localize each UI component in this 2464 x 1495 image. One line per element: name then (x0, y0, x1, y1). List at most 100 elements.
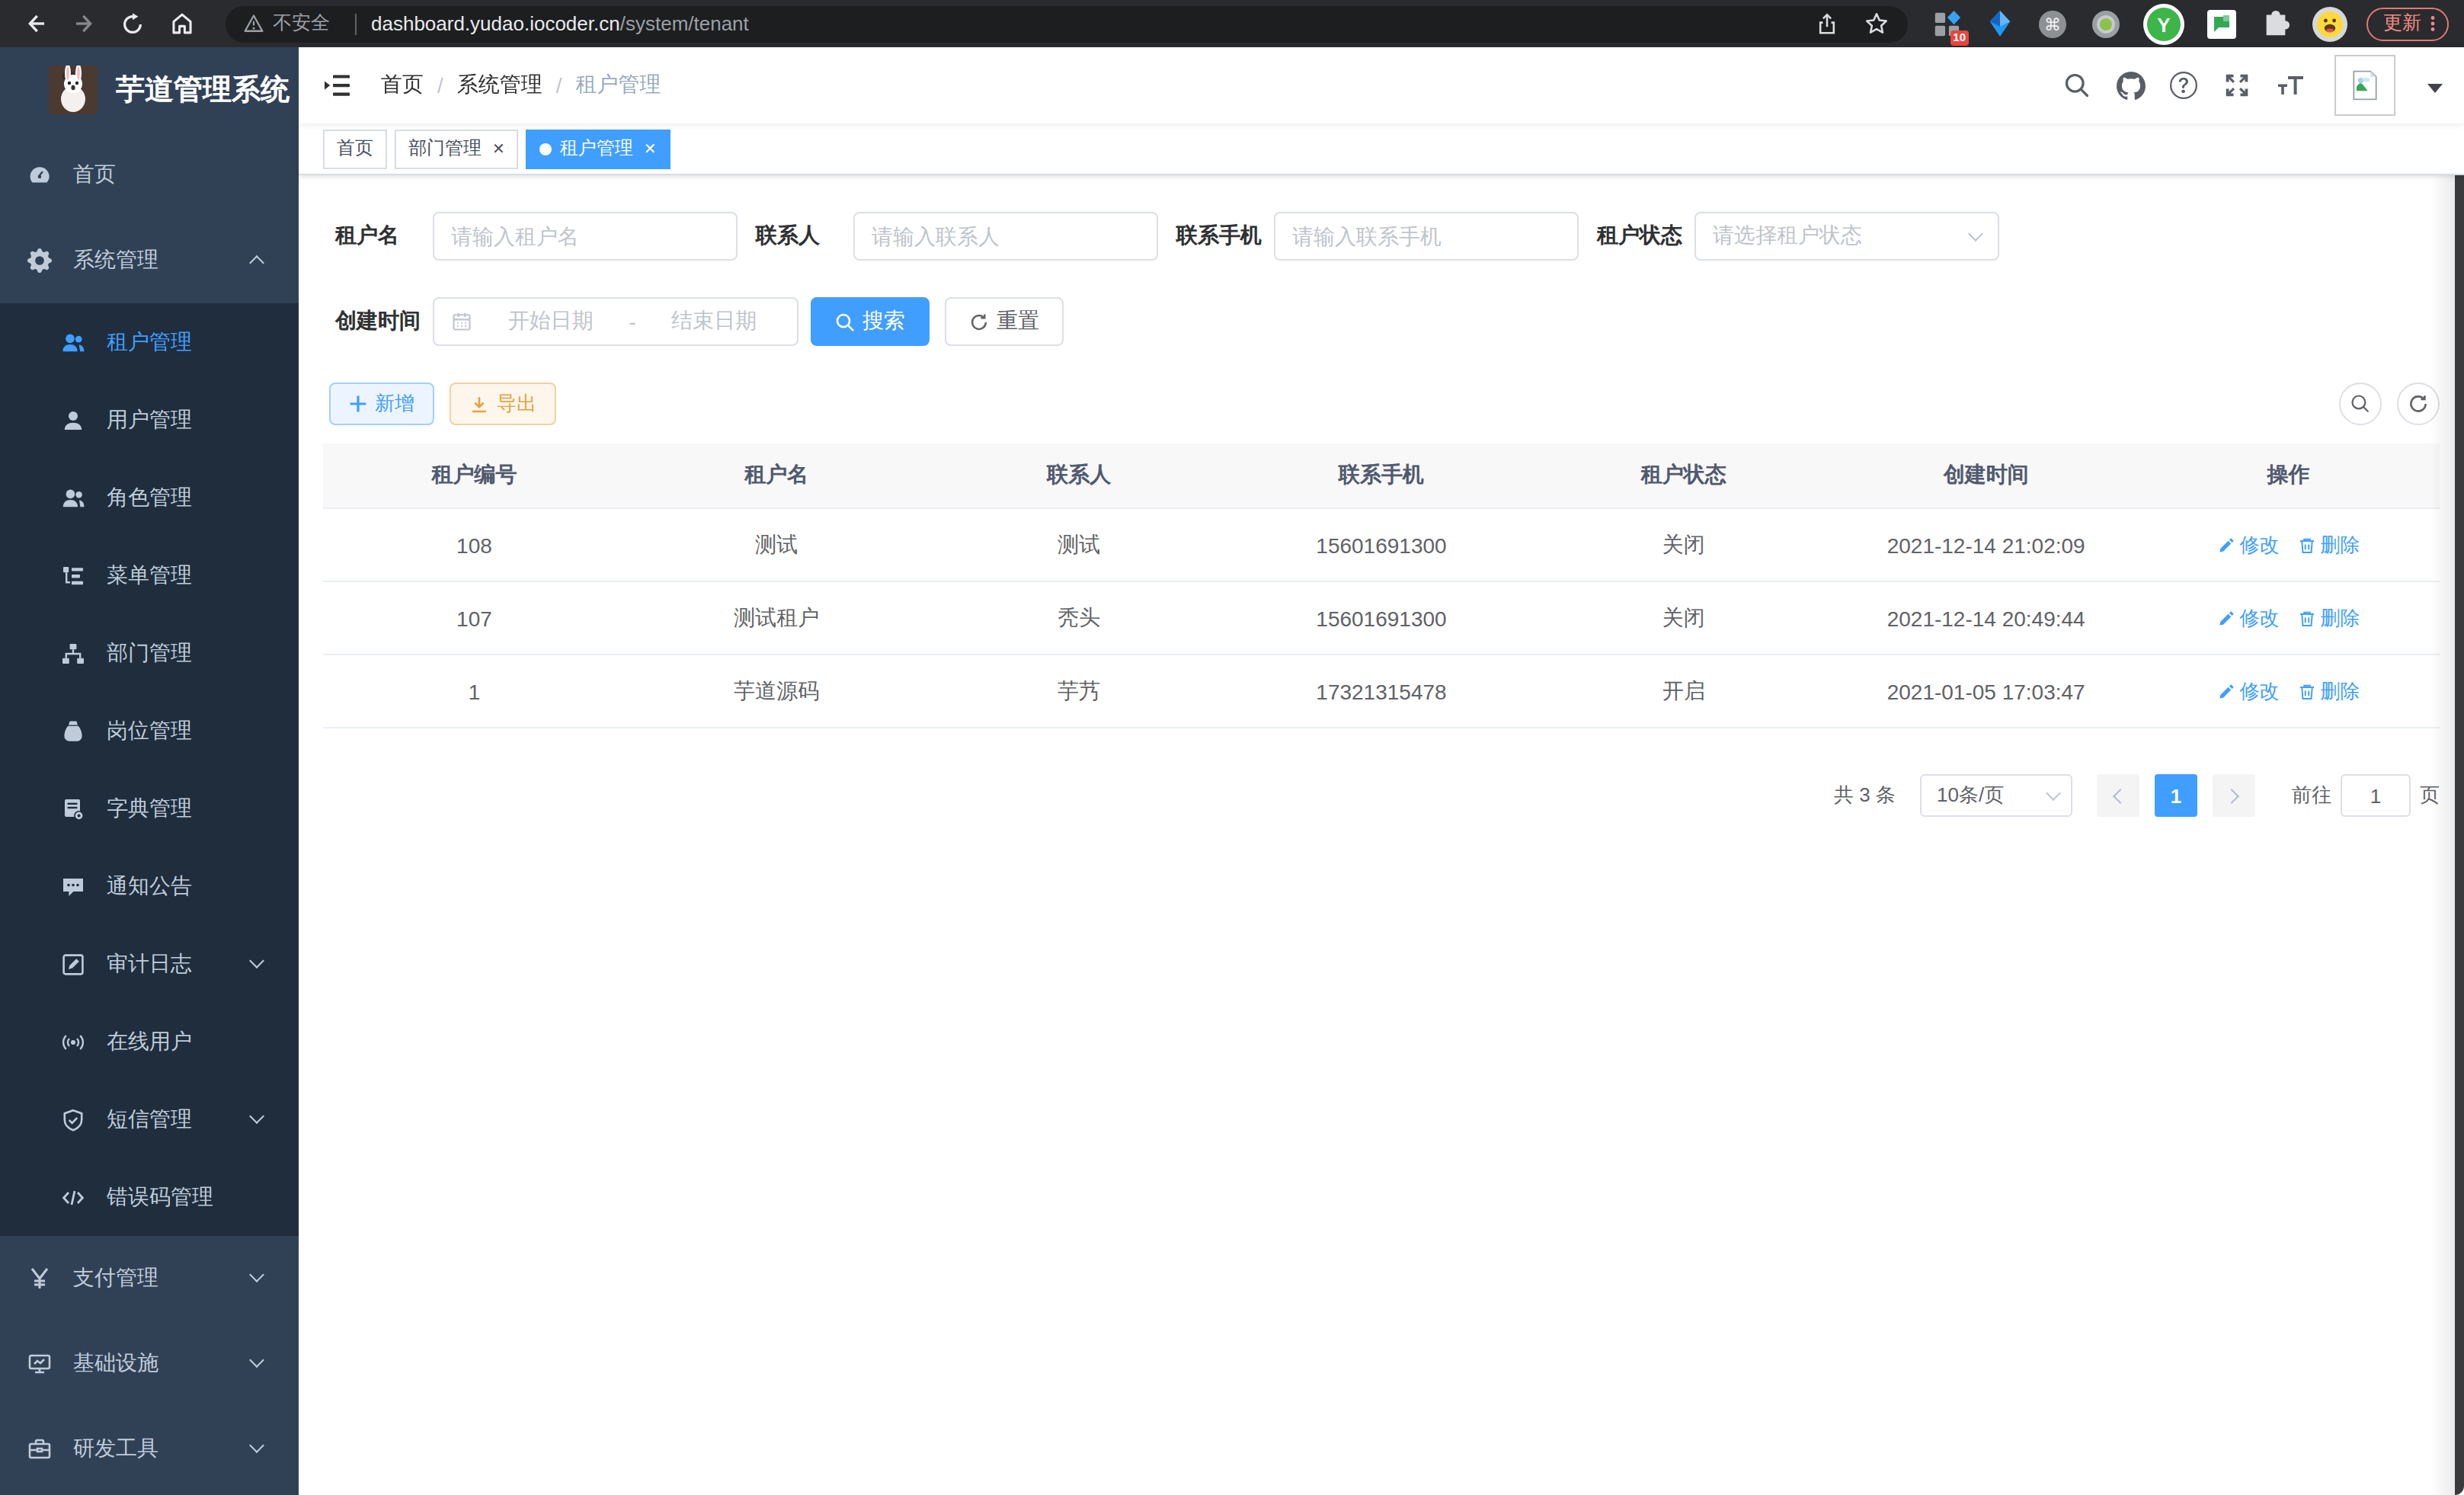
chevron-down-icon (249, 1438, 264, 1453)
sidebar-item-online-users[interactable]: 在线用户 (0, 1003, 299, 1080)
refresh-icon (969, 312, 989, 331)
sidebar-item-sms[interactable]: 短信管理 (0, 1080, 299, 1158)
pagination-total: 共 3 条 (1834, 782, 1896, 809)
sidebar-item-label: 菜单管理 (107, 562, 192, 589)
post-icon (61, 719, 85, 743)
extension-command-icon[interactable]: ⌘ (2036, 7, 2069, 40)
sidebar-item-tenant[interactable]: 租户管理 (0, 303, 299, 381)
bookmark-star-icon[interactable] (1864, 11, 1890, 37)
chevron-right-icon (2224, 788, 2239, 803)
browser-update-button[interactable]: 更新 (2366, 7, 2449, 40)
chevron-down-icon (249, 1267, 264, 1282)
mobile-input[interactable] (1274, 212, 1579, 261)
page-content: 租户名 联系人 联系手机 租户状态 (299, 175, 2464, 1495)
delete-link[interactable]: 删除 (2298, 604, 2360, 632)
jump-page-input[interactable]: 1 (2341, 774, 2411, 817)
breadcrumb-system[interactable]: 系统管理 (457, 72, 542, 99)
status-select[interactable]: 请选择租户状态 (1694, 212, 1999, 261)
tab-home[interactable]: 首页 (323, 129, 387, 168)
sidebar-toggle-icon[interactable] (323, 70, 354, 101)
page-url[interactable]: dashboard.yudao.iocoder.cn/system/tenant (371, 12, 749, 35)
export-button[interactable]: 导出 (450, 383, 556, 425)
prev-page-button[interactable] (2097, 774, 2139, 817)
page-number-1[interactable]: 1 (2155, 774, 2197, 817)
avatar-dropdown-caret[interactable] (2427, 84, 2443, 93)
extension-tiles-icon[interactable]: 10 (1929, 7, 1963, 40)
profile-avatar-icon[interactable] (2312, 5, 2348, 42)
hide-search-button[interactable] (2339, 383, 2382, 425)
tab-dept[interactable]: 部门管理 ✕ (395, 129, 519, 168)
fullscreen-icon[interactable] (2222, 70, 2252, 101)
close-tab-icon[interactable]: ✕ (492, 141, 505, 156)
github-icon[interactable] (2115, 70, 2146, 101)
edit-link[interactable]: 修改 (2217, 677, 2280, 705)
add-button[interactable]: 新增 (329, 383, 434, 425)
sidebar-item-label: 租户管理 (107, 328, 192, 356)
refresh-table-button[interactable] (2397, 383, 2440, 425)
sidebar-item-label: 岗位管理 (107, 717, 192, 744)
sidebar-item-post[interactable]: 岗位管理 (0, 692, 299, 770)
security-label[interactable]: 不安全 (273, 11, 330, 37)
extension-green-dot-icon[interactable] (2089, 7, 2123, 40)
chevron-down-icon (2046, 785, 2061, 800)
status-text: 关闭 (1532, 531, 1835, 559)
search-icon (835, 312, 855, 331)
create-time-range-picker[interactable]: 开始日期 - 结束日期 (433, 297, 798, 346)
extension-puzzle-icon[interactable] (2258, 7, 2292, 40)
browser-home-button[interactable] (162, 4, 201, 43)
tab-tenant[interactable]: 租户管理 ✕ (526, 129, 670, 168)
browser-reload-button[interactable] (113, 4, 152, 43)
infra-icon (27, 1352, 52, 1376)
user-avatar-broken-image[interactable] (2334, 55, 2395, 116)
sidebar-item-notice[interactable]: 通知公告 (0, 847, 299, 925)
address-bar[interactable]: 不安全 dashboard.yudao.iocoder.cn/system/te… (226, 5, 1908, 42)
sidebar-item-label: 基础设施 (73, 1350, 158, 1378)
sidebar-item-label: 部门管理 (107, 639, 192, 667)
sidebar-item-home[interactable]: 首页 (0, 133, 299, 218)
sidebar-item-devtools[interactable]: 研发工具 (0, 1407, 299, 1492)
edit-link[interactable]: 修改 (2217, 531, 2280, 559)
search-button[interactable]: 搜索 (811, 297, 930, 346)
table-toolbar: 新增 导出 (323, 383, 2440, 425)
sidebar-item-menu[interactable]: 菜单管理 (0, 536, 299, 614)
sidebar-item-label: 通知公告 (107, 872, 192, 900)
delete-link[interactable]: 删除 (2298, 677, 2360, 705)
sidebar-item-user[interactable]: 用户管理 (0, 381, 299, 459)
app-logo[interactable]: 芋道管理系统 (0, 47, 299, 133)
browser-back-button[interactable] (15, 4, 55, 43)
delete-icon (2298, 682, 2316, 700)
help-icon[interactable] (2168, 70, 2199, 101)
pay-icon (27, 1266, 52, 1291)
header-search-icon[interactable] (2062, 70, 2092, 101)
browser-forward-button[interactable] (64, 4, 104, 43)
sidebar-item-label: 错误码管理 (107, 1183, 213, 1211)
extension-chat-icon[interactable] (2205, 7, 2238, 40)
close-tab-icon[interactable]: ✕ (644, 141, 657, 156)
sidebar-item-system[interactable]: 系统管理 (0, 218, 299, 303)
org-icon (61, 641, 85, 665)
edit-link[interactable]: 修改 (2217, 604, 2280, 632)
breadcrumb-home[interactable]: 首页 (381, 72, 424, 99)
sidebar-item-pay[interactable]: 支付管理 (0, 1236, 299, 1321)
reset-button[interactable]: 重置 (945, 297, 1064, 346)
sidebar-item-error-code[interactable]: 错误码管理 (0, 1158, 299, 1236)
sidebar-item-dept[interactable]: 部门管理 (0, 614, 299, 692)
sidebar-item-infra[interactable]: 基础设施 (0, 1321, 299, 1407)
next-page-button[interactable] (2213, 774, 2255, 817)
font-size-icon[interactable] (2275, 70, 2306, 101)
filter-form: 租户名 联系人 联系手机 租户状态 (323, 212, 2440, 346)
contact-input[interactable] (853, 212, 1158, 261)
sidebar-item-label: 字典管理 (107, 795, 192, 822)
page-size-select[interactable]: 10条/页 (1920, 774, 2072, 817)
extension-kite-icon[interactable] (1982, 7, 2016, 40)
sidebar-item-audit-log[interactable]: 审计日志 (0, 925, 299, 1003)
delete-link[interactable]: 删除 (2298, 531, 2360, 559)
tenant-name-label: 租户名 (335, 222, 433, 250)
sidebar-item-dict[interactable]: 字典管理 (0, 770, 299, 847)
extension-y-icon[interactable]: Y (2142, 2, 2185, 45)
share-icon[interactable] (1815, 11, 1839, 36)
tenant-name-input[interactable] (433, 212, 738, 261)
sidebar-item-role[interactable]: 角色管理 (0, 459, 299, 536)
chevron-down-icon (249, 1353, 264, 1368)
top-navbar: 首页 / 系统管理 / 租户管理 (299, 47, 2464, 123)
